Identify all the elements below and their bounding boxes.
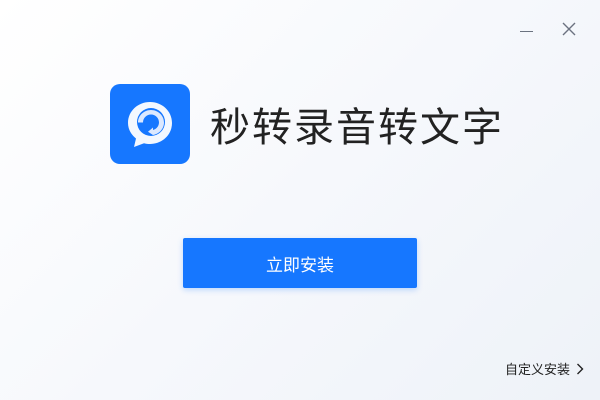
minimize-button[interactable] <box>520 22 534 36</box>
custom-install-link[interactable]: 自定义安装 <box>505 359 584 378</box>
chevron-right-icon <box>577 363 584 374</box>
brand-area: 秒转录音转文字 <box>110 84 504 164</box>
app-logo-icon <box>128 102 172 147</box>
install-now-button[interactable]: 立即安装 <box>183 238 417 288</box>
close-button[interactable] <box>562 22 576 36</box>
window-controls <box>520 22 576 36</box>
installer-window: 秒转录音转文字 立即安装 自定义安装 <box>0 0 600 400</box>
app-logo <box>110 84 190 164</box>
close-icon <box>562 22 576 36</box>
app-title: 秒转录音转文字 <box>210 105 504 151</box>
custom-install-label: 自定义安装 <box>504 363 570 378</box>
minimize-icon <box>520 31 533 33</box>
